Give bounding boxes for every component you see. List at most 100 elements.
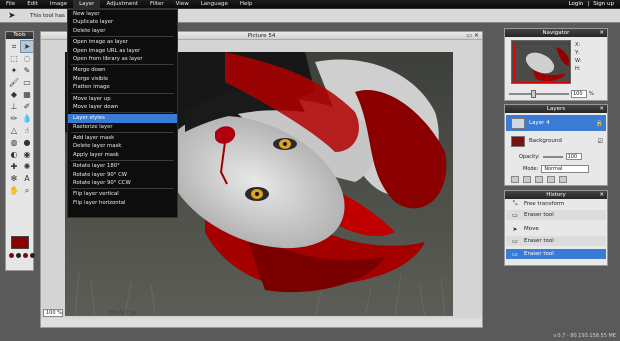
menu-file[interactable]: File <box>0 0 21 9</box>
navigator-thumbnail[interactable] <box>511 40 571 84</box>
gradient-icon[interactable]: ▦ <box>21 89 33 100</box>
zoom-input[interactable]: 100 % <box>43 309 63 317</box>
menu-adjustment[interactable]: Adjustment <box>100 0 144 9</box>
zoom-slider-handle[interactable] <box>531 90 536 98</box>
brush-icon[interactable]: 🖌 <box>8 77 20 88</box>
opacity-input[interactable]: 100 <box>565 153 582 160</box>
history-item[interactable]: ▭ Eraser tool <box>506 236 606 246</box>
x-label: X: <box>575 42 581 48</box>
layer-thumbnail <box>511 135 525 147</box>
navigator-title-text: Navigator <box>542 30 570 36</box>
trash-icon[interactable] <box>559 176 567 183</box>
layers-title: Layers ✕ <box>505 105 607 113</box>
history-item[interactable]: ▭ Eraser tool <box>506 249 606 259</box>
hand-icon[interactable]: ✋ <box>8 185 20 196</box>
marquee-icon[interactable]: ⬚ <box>8 53 20 64</box>
burn-icon[interactable]: ◐ <box>8 149 20 160</box>
checkbox-icon[interactable]: ☑ <box>598 138 603 145</box>
menu-item-rasterize-layer[interactable]: Rasterize layer <box>68 123 177 131</box>
transform-icon: ⤡ <box>512 200 518 207</box>
layer-name: Background <box>529 138 562 144</box>
drawing-icon[interactable]: ✏ <box>8 113 20 124</box>
menu-item-delete-layer[interactable]: Delete layer <box>68 27 177 35</box>
close-icon[interactable]: ✕ <box>599 105 604 113</box>
blend-mode-select[interactable]: Normal <box>541 165 590 173</box>
red-eye-icon[interactable]: ◉ <box>21 149 33 160</box>
bucket-icon[interactable]: ◆ <box>8 89 20 100</box>
menu-item-move-layer-down[interactable]: Move layer down <box>68 103 177 111</box>
smudge-icon[interactable]: ☝ <box>21 125 33 136</box>
window-buttons-icon[interactable]: ▭ ✕ <box>466 32 479 40</box>
menu-item-rotate-180[interactable]: Rotate layer 180° <box>68 162 177 170</box>
menu-item-layer-styles[interactable]: Layer styles <box>68 114 177 123</box>
history-panel: History ✕ ⤡ Free transform ▭ Eraser tool ➤ M… <box>504 190 608 266</box>
layer-row[interactable]: Background ☑ <box>506 133 606 149</box>
layer-row[interactable]: Layer 4 🔒 <box>506 115 606 131</box>
opacity-slider[interactable] <box>542 155 563 158</box>
menu-item-new-layer[interactable]: New layer <box>68 10 177 18</box>
bloat-icon[interactable]: ✺ <box>21 161 33 172</box>
menu-item-flip-vertical[interactable]: Flip layer vertical <box>68 190 177 198</box>
close-icon[interactable]: ✕ <box>599 29 604 37</box>
menu-edit[interactable]: Edit <box>21 0 44 9</box>
pinch-icon[interactable]: ✻ <box>8 173 20 184</box>
wand-icon[interactable]: ✦ <box>8 65 20 76</box>
menu-view[interactable]: View <box>170 0 195 9</box>
foreground-color-swatch[interactable] <box>11 236 29 249</box>
layer-name: Layer 4 <box>529 120 550 126</box>
menu-item-open-library-as-layer[interactable]: Open from library as layer <box>68 55 177 63</box>
menu-layer[interactable]: Layer <box>73 0 101 9</box>
layer-mask-icon[interactable] <box>523 176 531 183</box>
crop-icon[interactable]: ⌗ <box>8 41 20 52</box>
pencil-icon[interactable]: ✎ <box>21 65 33 76</box>
menu-item-delete-layer-mask[interactable]: Delete layer mask <box>68 142 177 150</box>
menu-item-open-image-as-layer[interactable]: Open image as layer <box>68 38 177 46</box>
menu-item-flatten-image[interactable]: Flatten image <box>68 83 177 91</box>
sponge-icon[interactable]: ◍ <box>8 137 20 148</box>
lasso-icon[interactable]: ◌ <box>21 53 33 64</box>
opacity-label: Opacity: <box>519 153 540 160</box>
spot-heal-icon[interactable]: ✚ <box>8 161 20 172</box>
sharpen-icon[interactable]: △ <box>8 125 20 136</box>
menu-item-duplicate-layer[interactable]: Duplicate layer <box>68 18 177 26</box>
menu-item-apply-layer-mask[interactable]: Apply layer mask <box>68 151 177 159</box>
viewport-rectangle[interactable] <box>514 43 570 83</box>
lock-icon[interactable]: 🔒 <box>596 120 603 127</box>
menu-item-flip-horizontal[interactable]: Flip layer horizontal <box>68 199 177 207</box>
color-replace-icon[interactable]: ✐ <box>21 101 33 112</box>
menu-item-rotate-90-cw[interactable]: Rotate layer 90° CW <box>68 171 177 179</box>
navigator-zoom-input[interactable]: 100 <box>571 90 587 98</box>
color-reset[interactable] <box>9 253 35 258</box>
zoom-unit: % <box>57 310 62 316</box>
move-icon[interactable]: ➤ <box>20 40 34 53</box>
history-item[interactable]: ▭ Eraser tool <box>506 210 606 220</box>
menu-image[interactable]: Image <box>44 0 73 9</box>
navigator-zoom-unit: % <box>589 91 594 97</box>
login-link[interactable]: Login <box>569 0 584 9</box>
menu-language[interactable]: Language <box>195 0 234 9</box>
menu-item-merge-visible[interactable]: Merge visible <box>68 75 177 83</box>
menu-item-move-layer-up[interactable]: Move layer up <box>68 95 177 103</box>
stamp-icon[interactable]: ⊥ <box>8 101 20 112</box>
signup-link[interactable]: Sign up <box>593 0 614 9</box>
menu-help[interactable]: Help <box>234 0 259 9</box>
dodge-icon[interactable]: ● <box>21 137 33 148</box>
menu-item-merge-down[interactable]: Merge down <box>68 66 177 74</box>
zoom-icon[interactable]: ⌕ <box>21 185 33 196</box>
blur-icon[interactable]: 💧 <box>21 113 33 124</box>
menu-item-open-url-as-layer[interactable]: Open image URL as layer <box>68 47 177 55</box>
history-item[interactable]: ⤡ Free transform <box>506 199 606 209</box>
menu-item-add-layer-mask[interactable]: Add layer mask <box>68 134 177 142</box>
layer-menu-dropdown: New layer Duplicate layer Delete layer O… <box>67 9 178 218</box>
text-icon[interactable]: A <box>21 173 33 184</box>
history-item[interactable]: ➤ Move <box>506 224 606 234</box>
move-icon: ➤ <box>512 225 518 233</box>
menu-item-rotate-90-ccw[interactable]: Rotate layer 90° CCW <box>68 179 177 187</box>
zoom-slider[interactable] <box>509 90 569 98</box>
close-icon[interactable]: ✕ <box>599 191 604 199</box>
menu-filter[interactable]: Filter <box>144 0 170 9</box>
new-folder-icon[interactable] <box>535 176 543 183</box>
layer-style-icon[interactable] <box>511 176 519 183</box>
eraser-icon[interactable]: ▭ <box>21 77 33 88</box>
new-layer-icon[interactable] <box>547 176 555 183</box>
